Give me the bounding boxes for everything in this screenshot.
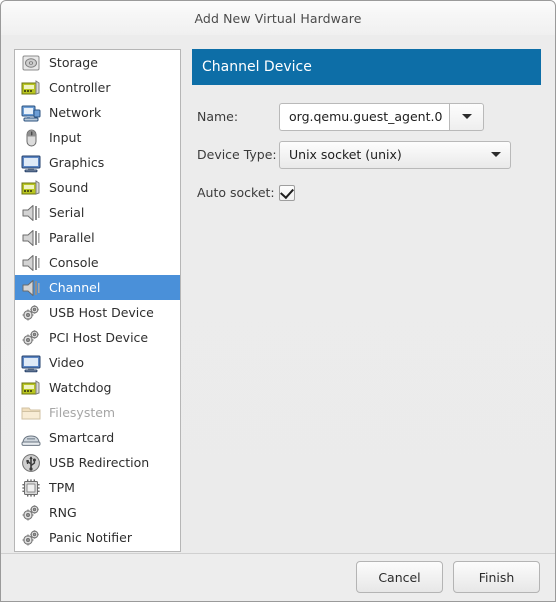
name-input[interactable]: org.qemu.guest_agent.0 xyxy=(279,102,449,131)
device-type-row: Device Type: Unix socket (unix) xyxy=(197,140,541,169)
name-row: Name: org.qemu.guest_agent.0 xyxy=(197,102,541,131)
auto-socket-row: Auto socket: xyxy=(197,178,541,207)
sidebar-item-label: RNG xyxy=(49,505,77,520)
sidebar-item-label: Channel xyxy=(49,280,101,295)
sidebar-item-parallel[interactable]: Parallel xyxy=(15,225,180,250)
gears-icon xyxy=(20,502,42,524)
sidebar-item-label: Console xyxy=(49,255,99,270)
name-combobox[interactable]: org.qemu.guest_agent.0 xyxy=(279,102,484,131)
gears-icon xyxy=(20,527,42,549)
sidebar-item-tpm[interactable]: TPM xyxy=(15,475,180,500)
sidebar-item-label: USB Host Device xyxy=(49,305,154,320)
device-detail-pane: Channel Device Name: org.qemu.guest_agen… xyxy=(192,49,541,552)
display-icon xyxy=(20,152,42,174)
serial-port-icon xyxy=(20,277,42,299)
sound-card-icon xyxy=(20,177,42,199)
sidebar-item-label: Panic Notifier xyxy=(49,530,132,545)
sidebar-item-input[interactable]: Input xyxy=(15,125,180,150)
sidebar-item-label: Serial xyxy=(49,205,85,220)
network-icon xyxy=(20,102,42,124)
mouse-icon xyxy=(20,127,42,149)
sidebar-item-label: Sound xyxy=(49,180,89,195)
sidebar-item-label: PCI Host Device xyxy=(49,330,149,345)
sidebar-item-label: Video xyxy=(49,355,85,370)
serial-port-icon xyxy=(20,202,42,224)
sidebar-item-network[interactable]: Network xyxy=(15,100,180,125)
sidebar-item-label: Controller xyxy=(49,80,111,95)
name-dropdown-button[interactable] xyxy=(449,102,484,131)
usb-icon xyxy=(20,452,42,474)
folder-icon xyxy=(20,402,42,424)
sidebar-item-controller[interactable]: Controller xyxy=(15,75,180,100)
channel-device-form: Name: org.qemu.guest_agent.0 Device Type… xyxy=(192,102,541,207)
auto-socket-label: Auto socket: xyxy=(197,185,275,200)
sidebar-item-smartcard[interactable]: Smartcard xyxy=(15,425,180,450)
sidebar-item-label: Watchdog xyxy=(49,380,112,395)
sidebar-item-label: Filesystem xyxy=(49,405,116,420)
sidebar-item-usb-host-device[interactable]: USB Host Device xyxy=(15,300,180,325)
sidebar-item-label: Graphics xyxy=(49,155,105,170)
serial-port-icon xyxy=(20,227,42,249)
sidebar-item-storage[interactable]: Storage xyxy=(15,50,180,75)
sidebar-item-pci-host-device[interactable]: PCI Host Device xyxy=(15,325,180,350)
hardware-category-list[interactable]: Storage Controller Network Input Graphics Sou… xyxy=(14,49,181,552)
cancel-button[interactable]: Cancel xyxy=(356,561,443,593)
device-type-select[interactable]: Unix socket (unix) xyxy=(279,140,511,169)
sidebar-item-label: Input xyxy=(49,130,82,145)
sidebar-item-usb-redirection[interactable]: USB Redirection xyxy=(15,450,180,475)
pane-header: Channel Device xyxy=(192,49,541,85)
sidebar-item-label: USB Redirection xyxy=(49,455,150,470)
storage-icon xyxy=(20,52,42,74)
device-type-value: Unix socket (unix) xyxy=(289,147,402,162)
controller-card-icon xyxy=(20,77,42,99)
auto-socket-checkbox[interactable] xyxy=(279,184,295,201)
sidebar-item-filesystem: Filesystem xyxy=(15,400,180,425)
sidebar-item-video[interactable]: Video xyxy=(15,350,180,375)
sidebar-item-label: Smartcard xyxy=(49,430,115,445)
add-hardware-dialog: Add New Virtual Hardware Storage Controll… xyxy=(0,0,556,602)
gears-icon xyxy=(20,327,42,349)
sidebar-item-sound[interactable]: Sound xyxy=(15,175,180,200)
gears-icon xyxy=(20,302,42,324)
sidebar-item-graphics[interactable]: Graphics xyxy=(15,150,180,175)
sidebar-item-label: Parallel xyxy=(49,230,95,245)
sidebar-item-panic-notifier[interactable]: Panic Notifier xyxy=(15,525,180,550)
name-label: Name: xyxy=(197,109,239,124)
device-type-label: Device Type: xyxy=(197,147,277,162)
chevron-down-icon xyxy=(491,152,501,157)
sidebar-item-watchdog[interactable]: Watchdog xyxy=(15,375,180,400)
sidebar-item-label: Storage xyxy=(49,55,98,70)
chip-icon xyxy=(20,477,42,499)
dialog-footer: Cancel Finish xyxy=(1,553,555,601)
sidebar-item-channel[interactable]: Channel xyxy=(15,275,180,300)
serial-port-icon xyxy=(20,252,42,274)
finish-button[interactable]: Finish xyxy=(453,561,540,593)
sidebar-item-serial[interactable]: Serial xyxy=(15,200,180,225)
checkmark-icon xyxy=(280,184,294,199)
dialog-title: Add New Virtual Hardware xyxy=(194,10,362,26)
smartcard-icon xyxy=(20,427,42,449)
sidebar-item-rng[interactable]: RNG xyxy=(15,500,180,525)
controller-card-icon xyxy=(20,377,42,399)
title-bar: Add New Virtual Hardware xyxy=(1,1,555,35)
chevron-down-icon xyxy=(461,114,472,119)
display-icon xyxy=(20,352,42,374)
sidebar-item-console[interactable]: Console xyxy=(15,250,180,275)
pane-header-title: Channel Device xyxy=(202,59,312,75)
sidebar-item-label: TPM xyxy=(49,480,75,495)
sidebar-item-label: Network xyxy=(49,105,102,120)
